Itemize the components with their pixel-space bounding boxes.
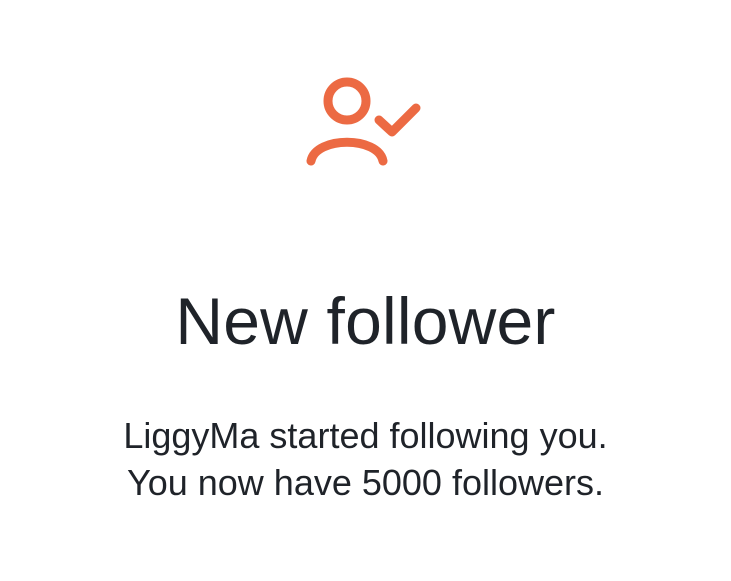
user-check-icon	[300, 68, 430, 178]
new-follower-notification: New follower LiggyMa started following y…	[0, 0, 731, 581]
notification-title: New follower	[175, 284, 556, 358]
notification-message: LiggyMa started following you. You now h…	[0, 412, 731, 506]
message-line-count: You now have 5000 followers.	[127, 462, 604, 503]
message-line-follow: LiggyMa started following you.	[123, 415, 608, 456]
